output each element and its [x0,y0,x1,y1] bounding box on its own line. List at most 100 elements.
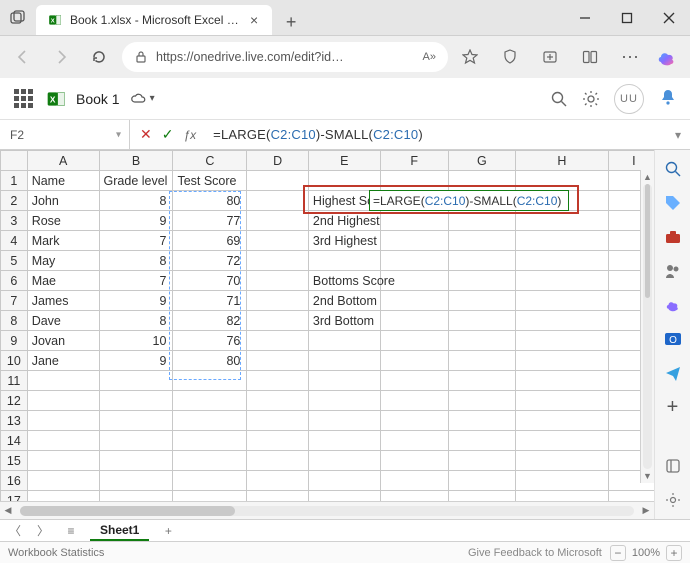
cell-E13[interactable] [308,411,380,431]
cell-H10[interactable] [516,351,608,371]
row-header[interactable]: 3 [1,211,28,231]
cell-G6[interactable] [448,271,516,291]
user-avatar[interactable]: UU [614,84,644,114]
cell-A9[interactable]: Jovan [27,331,99,351]
cell-G12[interactable] [448,391,516,411]
cell-F5[interactable] [380,251,448,271]
cell-C5[interactable]: 72 [173,251,247,271]
cell-G3[interactable] [448,211,516,231]
cell-F12[interactable] [380,391,448,411]
cell-F11[interactable] [380,371,448,391]
row-header[interactable]: 10 [1,351,28,371]
cell-G7[interactable] [448,291,516,311]
name-box[interactable]: F2 [0,120,130,149]
cell-C16[interactable] [173,471,247,491]
cell-E6[interactable]: Bottoms Score [308,271,380,291]
cell-G1[interactable] [448,171,516,191]
scroll-right-icon[interactable]: ▶ [638,505,654,516]
cell-C2[interactable]: 80 [173,191,247,211]
formula-enter-icon[interactable]: ✓ [162,126,174,143]
sheet-nav-right-icon[interactable]: 〉 [34,522,52,540]
cell-B14[interactable] [99,431,173,451]
zoom-out-button[interactable]: − [610,545,626,561]
formula-input[interactable]: =LARGE(C2:C10)-SMALL(C2:C10) [207,120,666,149]
cell-F3[interactable] [380,211,448,231]
cell-E7[interactable]: 2nd Bottom [308,291,380,311]
sidebar-search-icon[interactable] [662,158,684,180]
row-header[interactable]: 11 [1,371,28,391]
cell-D10[interactable] [247,351,309,371]
cell-C8[interactable]: 82 [173,311,247,331]
cell-H9[interactable] [516,331,608,351]
cell-C9[interactable]: 76 [173,331,247,351]
scroll-down-icon[interactable]: ▼ [641,469,654,483]
cell-D8[interactable] [247,311,309,331]
cell-C14[interactable] [173,431,247,451]
cell-E14[interactable] [308,431,380,451]
select-all-cell[interactable] [1,151,28,171]
cell-D7[interactable] [247,291,309,311]
cell-B5[interactable]: 8 [99,251,173,271]
cell-G9[interactable] [448,331,516,351]
close-window-button[interactable] [648,0,690,35]
cell-E17[interactable] [308,491,380,502]
cell-B17[interactable] [99,491,173,502]
cell-D6[interactable] [247,271,309,291]
workbook-statistics-label[interactable]: Workbook Statistics [8,547,104,559]
all-sheets-icon[interactable]: ≡ [62,522,80,540]
tracking-shield-icon[interactable] [496,43,524,71]
cell-D3[interactable] [247,211,309,231]
cell-G11[interactable] [448,371,516,391]
col-header[interactable]: B [99,151,173,171]
cell-D16[interactable] [247,471,309,491]
cell-A5[interactable]: May [27,251,99,271]
cell-C7[interactable]: 71 [173,291,247,311]
sidebar-people-icon[interactable] [662,260,684,282]
row-header[interactable]: 4 [1,231,28,251]
cell-H4[interactable] [516,231,608,251]
cell-D11[interactable] [247,371,309,391]
cell-A4[interactable]: Mark [27,231,99,251]
cell-B15[interactable] [99,451,173,471]
cell-B11[interactable] [99,371,173,391]
cell-E3[interactable]: 2nd Highest [308,211,380,231]
cell-F9[interactable] [380,331,448,351]
cell-F15[interactable] [380,451,448,471]
cell-G14[interactable] [448,431,516,451]
cell-A11[interactable] [27,371,99,391]
row-header[interactable]: 9 [1,331,28,351]
cell-B16[interactable] [99,471,173,491]
cell-B1[interactable]: Grade level [99,171,173,191]
app-launcher-icon[interactable] [10,86,36,112]
cell-B4[interactable]: 7 [99,231,173,251]
cell-F14[interactable] [380,431,448,451]
cell-F10[interactable] [380,351,448,371]
cell-G8[interactable] [448,311,516,331]
cell-H12[interactable] [516,391,608,411]
sidebar-settings-icon[interactable] [662,489,684,511]
cell-D1[interactable] [247,171,309,191]
save-status[interactable]: ▾ [130,91,155,107]
cell-D13[interactable] [247,411,309,431]
cell-E8[interactable]: 3rd Bottom [308,311,380,331]
sidebar-send-icon[interactable] [662,362,684,384]
cell-G5[interactable] [448,251,516,271]
cell-H15[interactable] [516,451,608,471]
row-header[interactable]: 13 [1,411,28,431]
cell-H5[interactable] [516,251,608,271]
zoom-level[interactable]: 100% [632,547,660,559]
cell-B8[interactable]: 8 [99,311,173,331]
cell-D2[interactable] [247,191,309,211]
sidebar-outlook-icon[interactable]: O [662,328,684,350]
row-header[interactable]: 12 [1,391,28,411]
cell-A13[interactable] [27,411,99,431]
cell-B9[interactable]: 10 [99,331,173,351]
cell-A7[interactable]: James [27,291,99,311]
col-header[interactable]: H [516,151,608,171]
cell-F8[interactable] [380,311,448,331]
split-screen-icon[interactable] [576,43,604,71]
browser-menu-icon[interactable]: ⋯ [616,43,644,71]
cell-F13[interactable] [380,411,448,431]
cell-B10[interactable]: 9 [99,351,173,371]
formula-expand-icon[interactable]: ▾ [666,120,690,149]
